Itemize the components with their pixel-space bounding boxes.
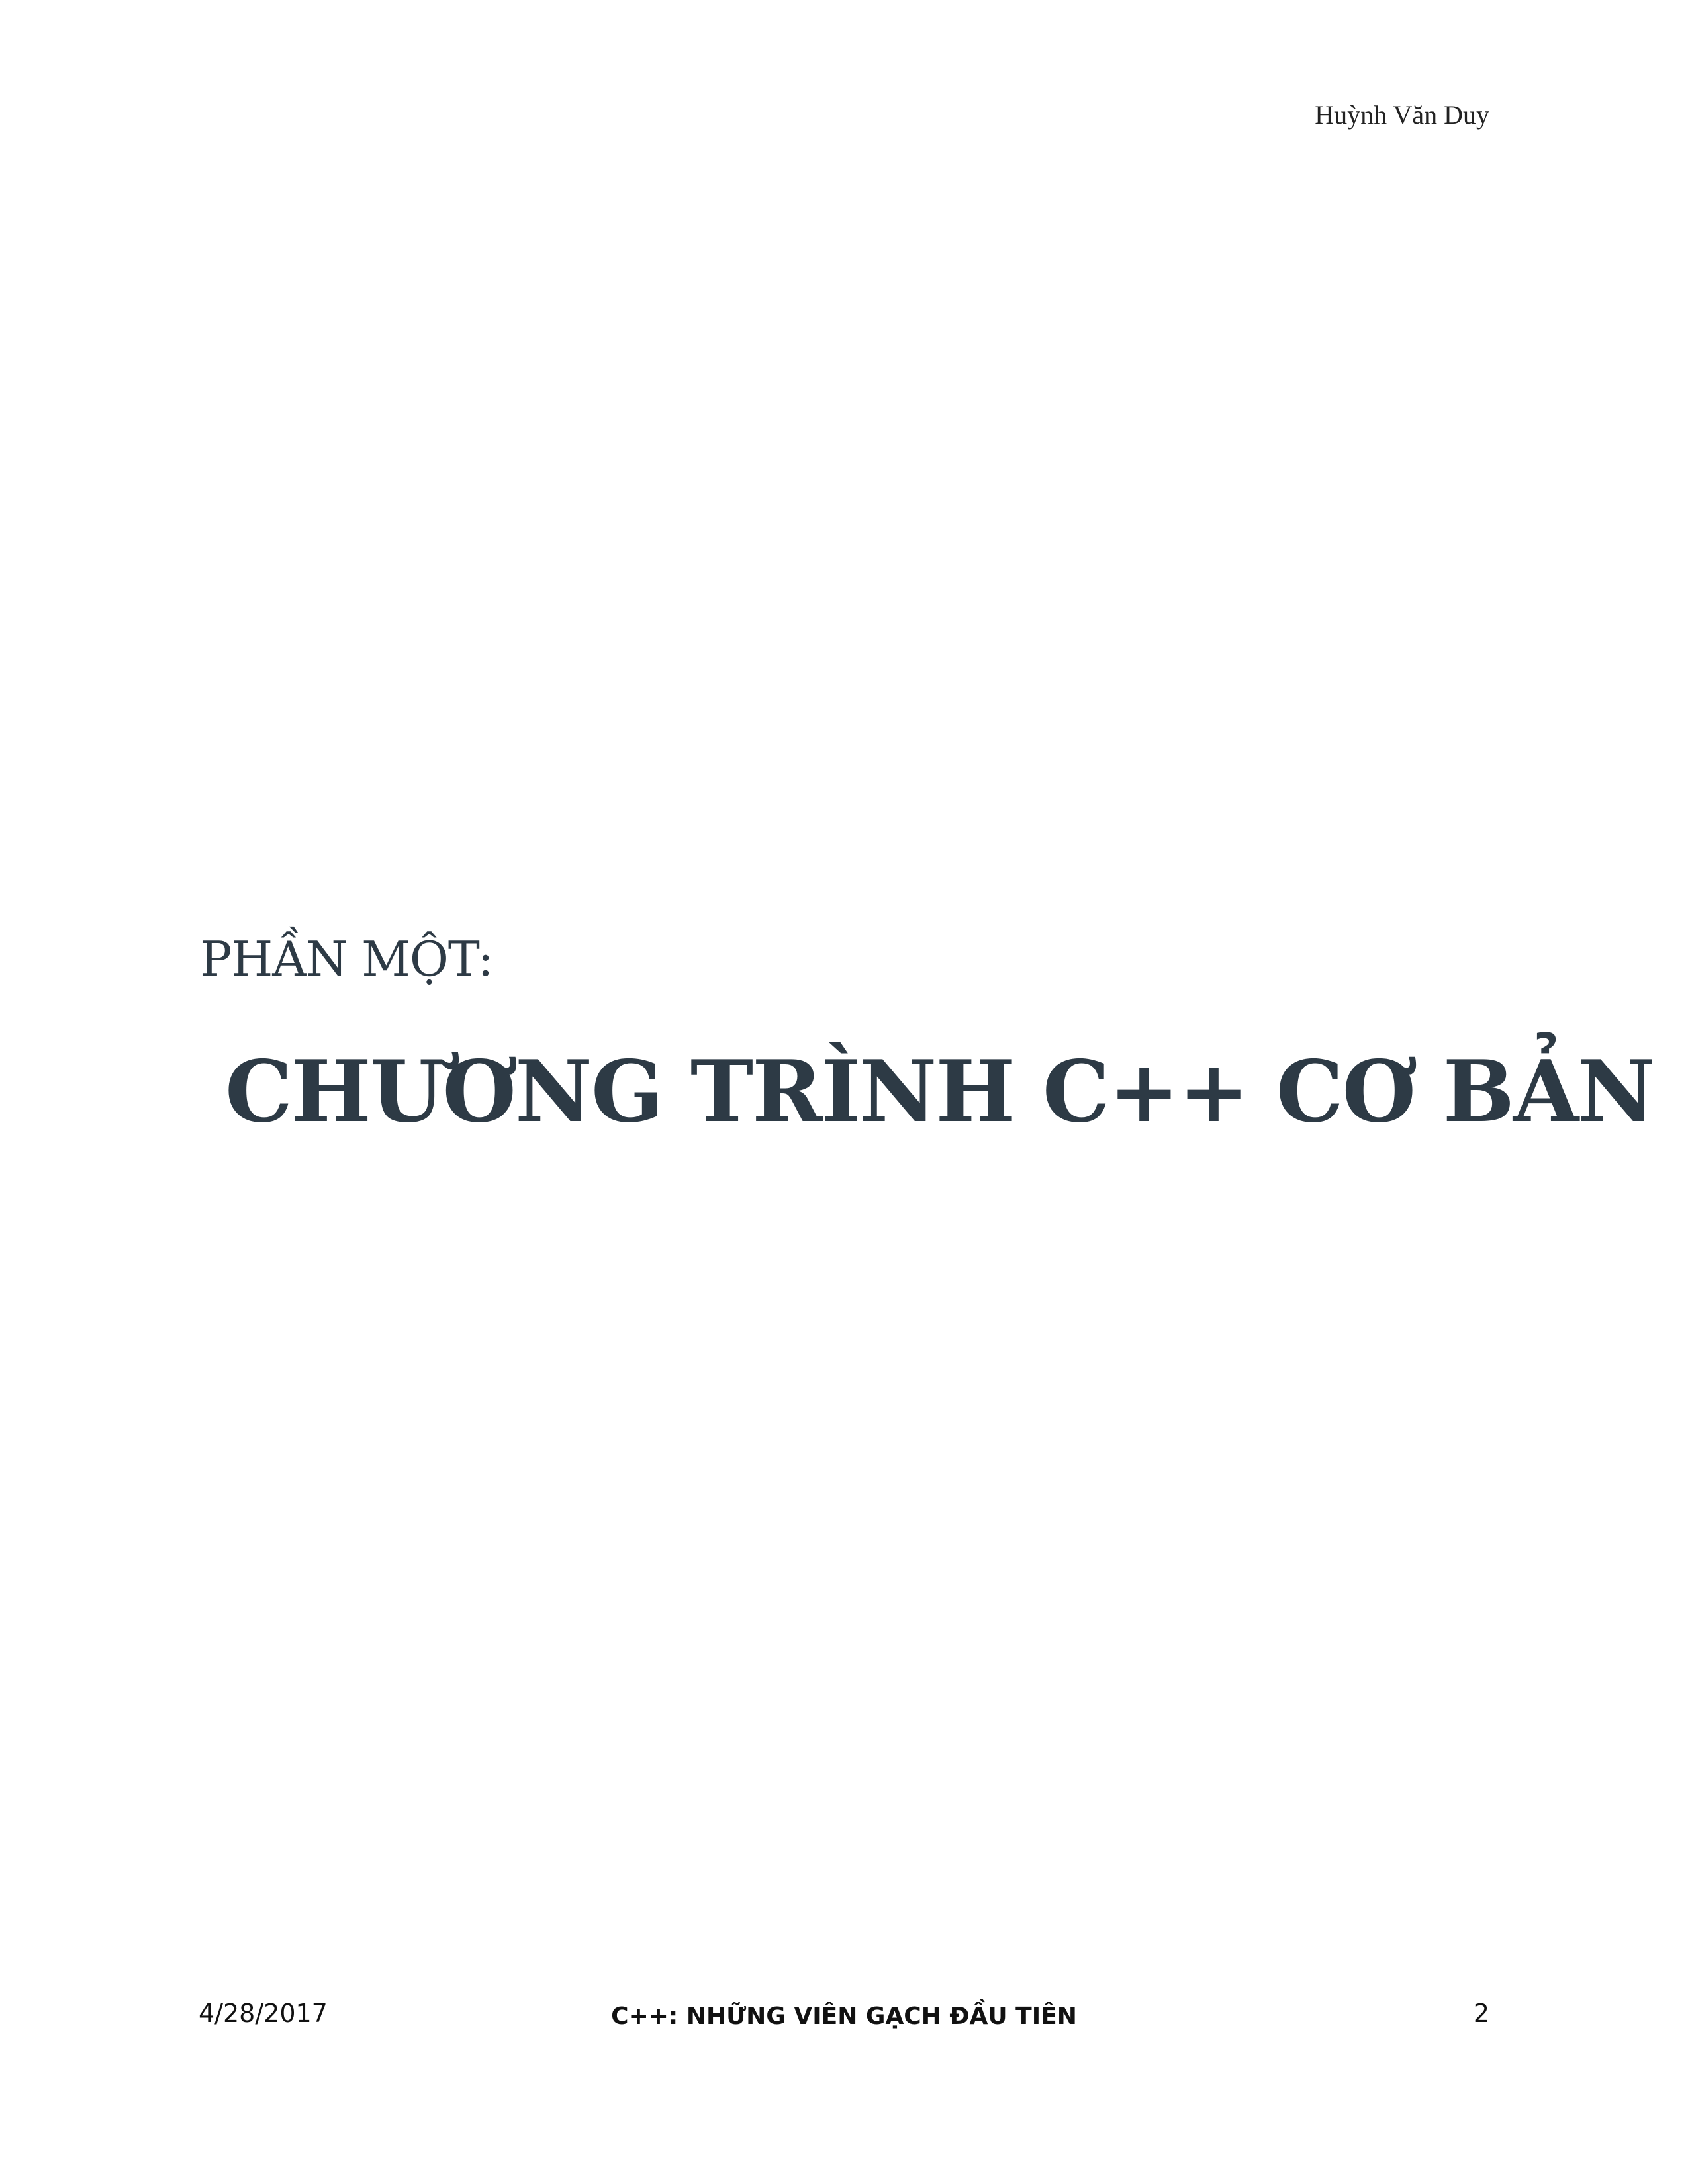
chapter-title: CHƯƠNG TRÌNH C++ CƠ BẢN — [225, 1042, 1655, 1142]
footer-page-number: 2 — [1473, 1999, 1489, 2028]
page-footer: 4/28/2017 C++: NHỮNG VIÊN GẠCH ĐẦU TIÊN … — [199, 1999, 1489, 2045]
header-author: Huỳnh Văn Duy — [1315, 100, 1489, 130]
part-label: PHẦN MỘT: — [200, 931, 494, 987]
footer-book-title: C++: NHỮNG VIÊN GẠCH ĐẦU TIÊN — [611, 2003, 1077, 2030]
document-page: Huỳnh Văn Duy PHẦN MỘT: CHƯƠNG TRÌNH C++… — [0, 0, 1688, 2184]
